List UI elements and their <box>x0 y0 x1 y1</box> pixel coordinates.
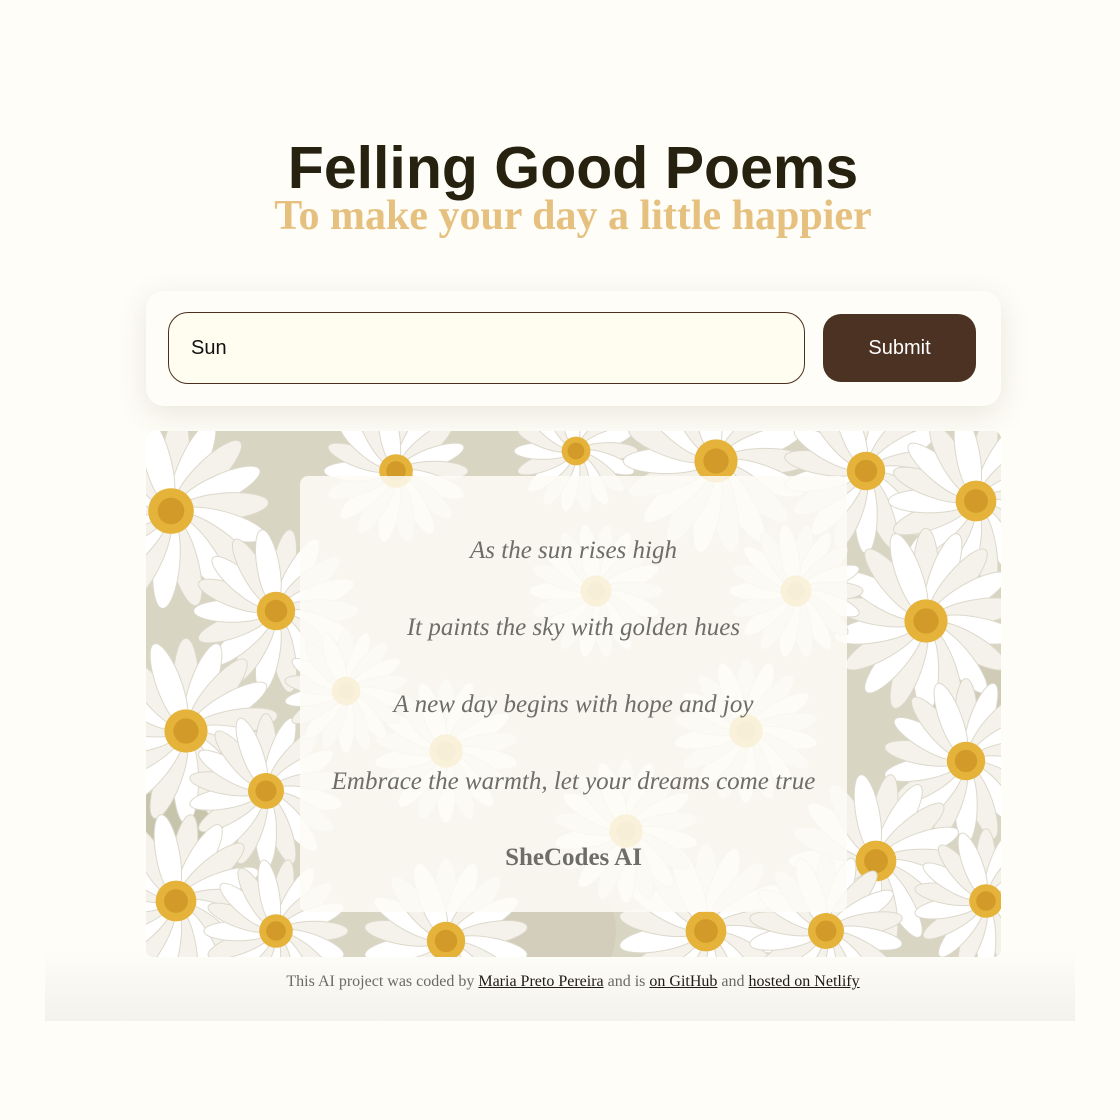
poem-signature: SheCodes AI <box>505 844 642 871</box>
poem-line: Embrace the warmth, let your dreams come… <box>331 768 816 795</box>
author-link[interactable]: Maria Preto Pereira <box>478 973 603 990</box>
poem-line: As the sun rises high <box>470 537 677 564</box>
search-form: Submit <box>146 291 1001 406</box>
submit-button[interactable]: Submit <box>823 314 976 382</box>
page-footer: This AI project was coded by Maria Preto… <box>0 973 1120 991</box>
footer-text: and is <box>607 973 646 990</box>
poem-panel: As the sun rises high It paints the sky … <box>146 431 1001 957</box>
footer-text: This AI project was coded by <box>286 973 475 990</box>
page-header: Felling Good Poems To make your day a li… <box>0 133 1120 241</box>
poem-line: A new day begins with hope and joy <box>393 691 754 718</box>
footer-text: and <box>721 973 745 990</box>
netlify-link[interactable]: hosted on Netlify <box>749 973 860 990</box>
github-link[interactable]: on GitHub <box>649 973 717 990</box>
search-input[interactable] <box>168 312 805 384</box>
poem-card: As the sun rises high It paints the sky … <box>300 476 847 912</box>
poem-line: It paints the sky with golden hues <box>406 614 741 641</box>
page-subtitle: To make your day a little happier <box>274 193 872 239</box>
